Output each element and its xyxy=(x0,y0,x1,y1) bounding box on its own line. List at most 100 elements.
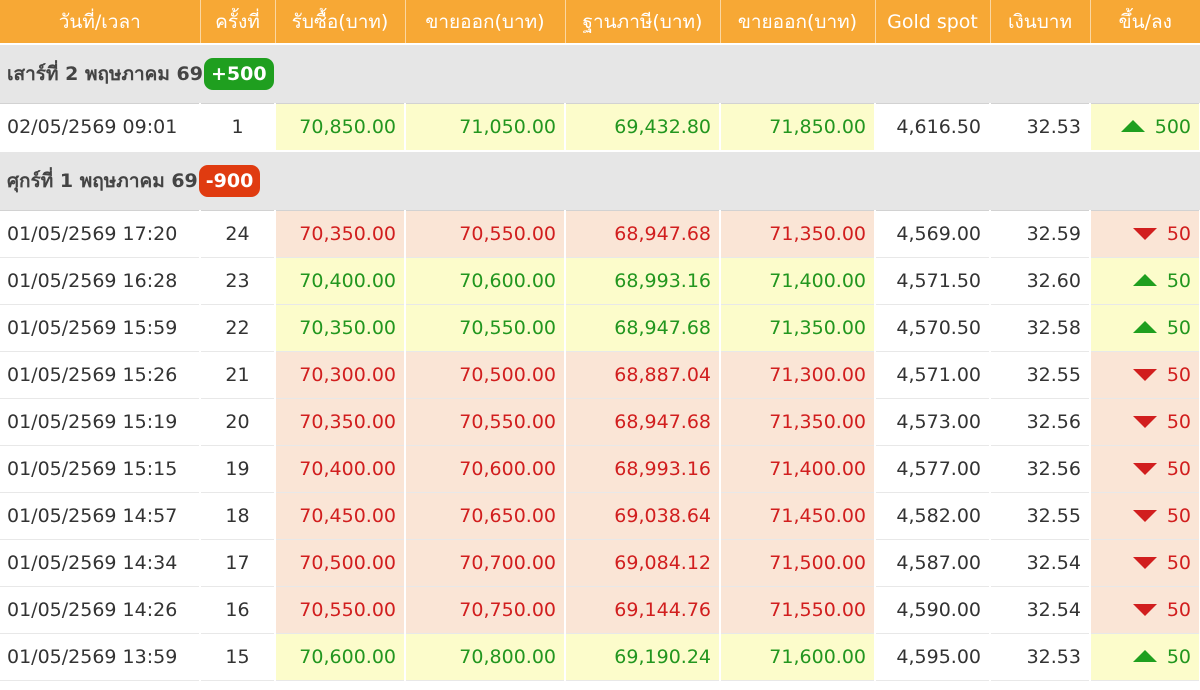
change-cell: 50 xyxy=(1090,398,1200,446)
table-row: 01/05/2569 15:15 19 70,400.00 70,600.00 68,9… xyxy=(0,445,1200,493)
triangle-down-icon xyxy=(1132,227,1157,240)
date-group-title: เสาร์ที่ 2 พฤษภาคม 69 xyxy=(7,63,203,85)
gold-spot-cell: 4,590.00 xyxy=(875,586,991,634)
tax-base-cell: 69,190.24 xyxy=(565,633,721,681)
date-group-title: ศุกร์ที่ 1 พฤษภาคม 69 xyxy=(7,170,198,192)
header-sell-price-ornament: ขายออก(บาท) xyxy=(720,0,876,44)
round-cell: 21 xyxy=(200,351,276,399)
triangle-down-icon xyxy=(1132,368,1157,381)
triangle-down-icon xyxy=(1132,462,1157,475)
datetime-cell: 01/05/2569 14:57 xyxy=(0,492,201,540)
header-round: ครั้งที่ xyxy=(200,0,276,44)
sell-price-cell: 71,050.00 xyxy=(405,103,566,152)
change-value: 50 xyxy=(1166,317,1191,339)
daily-change-badge: -900 xyxy=(198,165,261,197)
thb-rate-cell: 32.55 xyxy=(990,351,1091,399)
change-value: 50 xyxy=(1166,270,1191,292)
round-cell: 15 xyxy=(200,633,276,681)
sell-price-ornament-cell: 71,850.00 xyxy=(720,103,876,152)
gold-spot-cell: 4,571.50 xyxy=(875,257,991,305)
gold-spot-cell: 4,570.50 xyxy=(875,304,991,352)
tax-base-cell: 69,432.80 xyxy=(565,103,721,152)
datetime-cell: 01/05/2569 16:28 xyxy=(0,257,201,305)
buy-price-cell: 70,500.00 xyxy=(275,539,406,587)
change-value: 50 xyxy=(1166,552,1191,574)
table-row: 01/05/2569 14:26 16 70,550.00 70,750.00 69,1… xyxy=(0,586,1200,634)
change-cell: 50 xyxy=(1090,304,1200,352)
change-cell: 50 xyxy=(1090,633,1200,681)
change-value: 50 xyxy=(1166,411,1191,433)
daily-change-badge: +500 xyxy=(203,58,274,90)
datetime-cell: 01/05/2569 14:26 xyxy=(0,586,201,634)
change-cell: 50 xyxy=(1090,586,1200,634)
buy-price-cell: 70,300.00 xyxy=(275,351,406,399)
header-tax-base: ฐานภาษี(บาท) xyxy=(565,0,721,44)
change-cell: 50 xyxy=(1090,445,1200,493)
triangle-down-icon xyxy=(1132,556,1157,569)
thb-rate-cell: 32.56 xyxy=(990,445,1091,493)
change-value: 50 xyxy=(1166,505,1191,527)
sell-price-cell: 70,600.00 xyxy=(405,257,566,305)
sell-price-cell: 70,800.00 xyxy=(405,633,566,681)
sell-price-ornament-cell: 71,600.00 xyxy=(720,633,876,681)
header-datetime: วันที่/เวลา xyxy=(0,0,201,44)
round-cell: 16 xyxy=(200,586,276,634)
sell-price-cell: 70,550.00 xyxy=(405,210,566,258)
sell-price-ornament-cell: 71,350.00 xyxy=(720,304,876,352)
table-row: 01/05/2569 15:26 21 70,300.00 70,500.00 68,8… xyxy=(0,351,1200,399)
round-cell: 17 xyxy=(200,539,276,587)
tax-base-cell: 68,947.68 xyxy=(565,210,721,258)
tax-base-cell: 69,084.12 xyxy=(565,539,721,587)
buy-price-cell: 70,400.00 xyxy=(275,445,406,493)
change-value: 500 xyxy=(1154,116,1191,138)
triangle-down-icon xyxy=(1132,509,1157,522)
sell-price-cell: 70,600.00 xyxy=(405,445,566,493)
datetime-cell: 01/05/2569 17:20 xyxy=(0,210,201,258)
buy-price-cell: 70,600.00 xyxy=(275,633,406,681)
datetime-cell: 01/05/2569 15:15 xyxy=(0,445,201,493)
sell-price-cell: 70,550.00 xyxy=(405,398,566,446)
buy-price-cell: 70,550.00 xyxy=(275,586,406,634)
buy-price-cell: 70,850.00 xyxy=(275,103,406,152)
table-row: 01/05/2569 13:59 15 70,600.00 70,800.00 69,1… xyxy=(0,633,1200,681)
header-row: วันที่/เวลา ครั้งที่ รับซื้อ(บาท) ขายออก… xyxy=(0,0,1200,44)
header-gold-spot: Gold spot xyxy=(875,0,991,44)
date-group-row: ศุกร์ที่ 1 พฤษภาคม 69 -900 xyxy=(0,150,1200,211)
sell-price-ornament-cell: 71,550.00 xyxy=(720,586,876,634)
datetime-cell: 01/05/2569 13:59 xyxy=(0,633,201,681)
tax-base-cell: 68,887.04 xyxy=(565,351,721,399)
date-group-heading: เสาร์ที่ 2 พฤษภาคม 69 +500 xyxy=(7,58,274,90)
tax-base-cell: 69,144.76 xyxy=(565,586,721,634)
thb-rate-cell: 32.60 xyxy=(990,257,1091,305)
gold-spot-cell: 4,582.00 xyxy=(875,492,991,540)
sell-price-ornament-cell: 71,300.00 xyxy=(720,351,876,399)
triangle-down-icon xyxy=(1132,603,1157,616)
change-cell: 500 xyxy=(1090,103,1200,152)
buy-price-cell: 70,400.00 xyxy=(275,257,406,305)
date-group-cell: ศุกร์ที่ 1 พฤษภาคม 69 -900 xyxy=(0,150,1200,211)
date-group-heading: ศุกร์ที่ 1 พฤษภาคม 69 -900 xyxy=(7,165,261,197)
sell-price-ornament-cell: 71,500.00 xyxy=(720,539,876,587)
sell-price-cell: 70,500.00 xyxy=(405,351,566,399)
table-row: 02/05/2569 09:01 1 70,850.00 71,050.00 69,43… xyxy=(0,103,1200,152)
sell-price-ornament-cell: 71,350.00 xyxy=(720,210,876,258)
gold-price-history-table: วันที่/เวลา ครั้งที่ รับซื้อ(บาท) ขายออก… xyxy=(0,0,1200,681)
header-buy-price: รับซื้อ(บาท) xyxy=(275,0,406,44)
thb-rate-cell: 32.56 xyxy=(990,398,1091,446)
tax-base-cell: 68,947.68 xyxy=(565,398,721,446)
tax-base-cell: 68,993.16 xyxy=(565,257,721,305)
thb-rate-cell: 32.58 xyxy=(990,304,1091,352)
table-row: 01/05/2569 15:19 20 70,350.00 70,550.00 68,9… xyxy=(0,398,1200,446)
triangle-down-icon xyxy=(1132,415,1157,428)
sell-price-ornament-cell: 71,450.00 xyxy=(720,492,876,540)
table-row: 01/05/2569 15:59 22 70,350.00 70,550.00 68,9… xyxy=(0,304,1200,352)
change-cell: 50 xyxy=(1090,539,1200,587)
thb-rate-cell: 32.53 xyxy=(990,103,1091,152)
datetime-cell: 01/05/2569 15:59 xyxy=(0,304,201,352)
datetime-cell: 01/05/2569 15:26 xyxy=(0,351,201,399)
triangle-up-icon xyxy=(1132,273,1157,286)
change-value: 50 xyxy=(1166,646,1191,668)
gold-spot-cell: 4,577.00 xyxy=(875,445,991,493)
sell-price-ornament-cell: 71,400.00 xyxy=(720,257,876,305)
buy-price-cell: 70,450.00 xyxy=(275,492,406,540)
